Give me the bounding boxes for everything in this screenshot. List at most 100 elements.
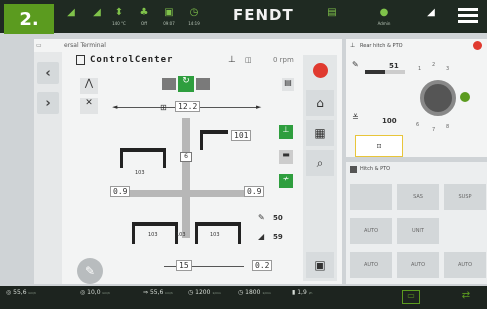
left-width-value: 0.9 <box>110 186 131 197</box>
help-button[interactable]: ✎ <box>77 258 103 284</box>
calendar-icon: ▣ <box>164 7 174 18</box>
dial-label-8: 8 <box>446 124 450 130</box>
top-rake-icon <box>200 130 228 150</box>
rpm-readout: 0 rpm <box>273 56 294 64</box>
tile-8-label: AUTO <box>410 262 426 268</box>
tile-3[interactable]: SUSP <box>444 184 486 210</box>
tile-2[interactable]: SAS <box>397 184 439 210</box>
slider-value: 51 <box>389 62 399 70</box>
controlcenter-title: ControlCenter <box>90 55 174 65</box>
pto-rpm-value: 1800 <box>245 289 261 296</box>
ground-speed-unit: km/h <box>28 291 37 295</box>
target-speed-readout: ◎ 10,0 km/h <box>80 289 111 296</box>
rotary-dial[interactable] <box>420 80 456 116</box>
rear-gauge-value: 101 <box>231 130 252 141</box>
pto-rpm-unit: 1/min <box>262 291 271 295</box>
pto-rpm-readout: ◷ 1800 1/min <box>238 289 271 296</box>
brush-icon: ✎ <box>258 213 265 222</box>
dial-label-3: 3 <box>446 66 450 72</box>
home-button[interactable]: ⌂ <box>306 90 334 116</box>
signal-icon: ◢ <box>67 7 75 18</box>
step-badge: 2. <box>4 4 54 34</box>
left-rake-icon <box>120 148 166 168</box>
gps-icon: ◢ <box>93 7 101 18</box>
slider-fill <box>365 70 385 74</box>
user-icon[interactable]: ● <box>375 7 393 19</box>
target-speed-value: 10,0 <box>87 289 101 296</box>
dial-label-2: 2 <box>432 62 436 68</box>
rear-hitch-title: Rear hitch & PTO <box>360 43 403 49</box>
date-label: 09:07 <box>163 21 175 26</box>
fuel-value: 1,9 <box>297 289 307 296</box>
sync-icon[interactable]: ⇄ <box>457 290 475 304</box>
document-icon[interactable]: ▤ <box>282 78 294 91</box>
message-icon[interactable]: ▭ <box>402 290 420 304</box>
dial-label-7: 7 <box>432 127 436 133</box>
frame-beam <box>182 118 190 238</box>
hitch-pto-icon <box>350 166 357 173</box>
camera-icon[interactable]: ▬ <box>279 150 293 164</box>
tile-4[interactable]: AUTO <box>350 218 392 244</box>
cruise-speed-value: 55,6 <box>149 289 164 296</box>
terminal-icon: ▭ <box>36 42 42 49</box>
dial-label-1: 1 <box>418 66 422 72</box>
right-width-value: 0.9 <box>244 186 265 197</box>
ground-speed-value: 55,6 <box>13 289 27 296</box>
dial-indicator <box>460 92 470 102</box>
time-label: 14:19 <box>188 21 200 26</box>
arrow-right-icon: ► <box>256 103 262 111</box>
cruise-speed-readout: ⇒ 55,6 km/h <box>143 289 173 296</box>
linkage-left <box>162 78 176 90</box>
tile-8[interactable]: AUTO <box>397 252 439 278</box>
dial-label-6: 6 <box>416 122 420 128</box>
percent-a: 50 <box>273 214 283 222</box>
depth-value: 100 <box>382 117 397 125</box>
stop-icon[interactable] <box>313 63 328 78</box>
forward-button[interactable]: › <box>37 92 59 114</box>
search-button[interactable]: ⌕ <box>306 150 334 176</box>
tile-3-label: SUSP <box>458 194 472 200</box>
hitch-pto-title: Hitch & PTO <box>360 166 391 172</box>
wifi-icon: ◢ <box>427 7 435 18</box>
ground-speed-readout: ◎ 55,6 km/h <box>6 289 37 296</box>
menu-icon[interactable] <box>458 8 478 24</box>
tile-2-label: SAS <box>413 194 423 200</box>
tile-1[interactable] <box>350 184 392 210</box>
nav-column <box>34 52 62 284</box>
mode-selector[interactable]: ⊡ <box>355 135 403 157</box>
tile-7[interactable]: AUTO <box>350 252 392 278</box>
right-tool-value: 103 <box>210 232 220 238</box>
tile-7-label: AUTO <box>363 262 379 268</box>
engine-rpm-value: 1200 <box>195 289 211 296</box>
status-label: Off <box>141 21 147 26</box>
brush-icon-2: ✎ <box>352 60 359 69</box>
brand-logo: FENDT <box>233 6 294 24</box>
cruise-speed-unit: km/h <box>165 291 173 295</box>
speed-display: 12.2 <box>175 101 201 112</box>
working-light-button[interactable]: ⋀ <box>80 78 98 94</box>
clock-icon: ◷ <box>189 7 199 18</box>
rear-stop-icon[interactable] <box>473 41 482 50</box>
tile-9[interactable]: AUTO <box>444 252 486 278</box>
temperature-label: 140 °C <box>112 21 126 26</box>
hitch-icon: ⊥ <box>228 55 236 65</box>
gauge-icon: ◫ <box>245 56 252 64</box>
bottom-width-value: 15 <box>176 260 192 271</box>
wedge-icon: ◢ <box>258 232 265 241</box>
display-button[interactable]: ▣ <box>306 252 334 278</box>
grid-button[interactable]: ▦ <box>306 120 334 146</box>
tile-5[interactable]: UNIT <box>397 218 439 244</box>
engine-rpm-unit: 1/min <box>212 291 221 295</box>
back-button[interactable]: ‹ <box>37 62 59 84</box>
home-icon <box>76 55 85 65</box>
left-rake-value: 103 <box>135 170 145 176</box>
panel-title: ersal Terminal <box>64 42 106 49</box>
mid-tool-value: 103 <box>176 232 186 238</box>
auto-steer-icon[interactable]: ↻ <box>178 76 194 92</box>
fan-button[interactable]: ✕ <box>80 98 98 114</box>
tractor-icon: ♣ <box>139 7 149 18</box>
lift-icon[interactable]: ⊥ <box>279 125 293 139</box>
arrow-left-icon: ◄ <box>112 103 118 111</box>
user-label: Admin <box>377 21 391 26</box>
float-icon[interactable]: ≁ <box>279 174 293 188</box>
